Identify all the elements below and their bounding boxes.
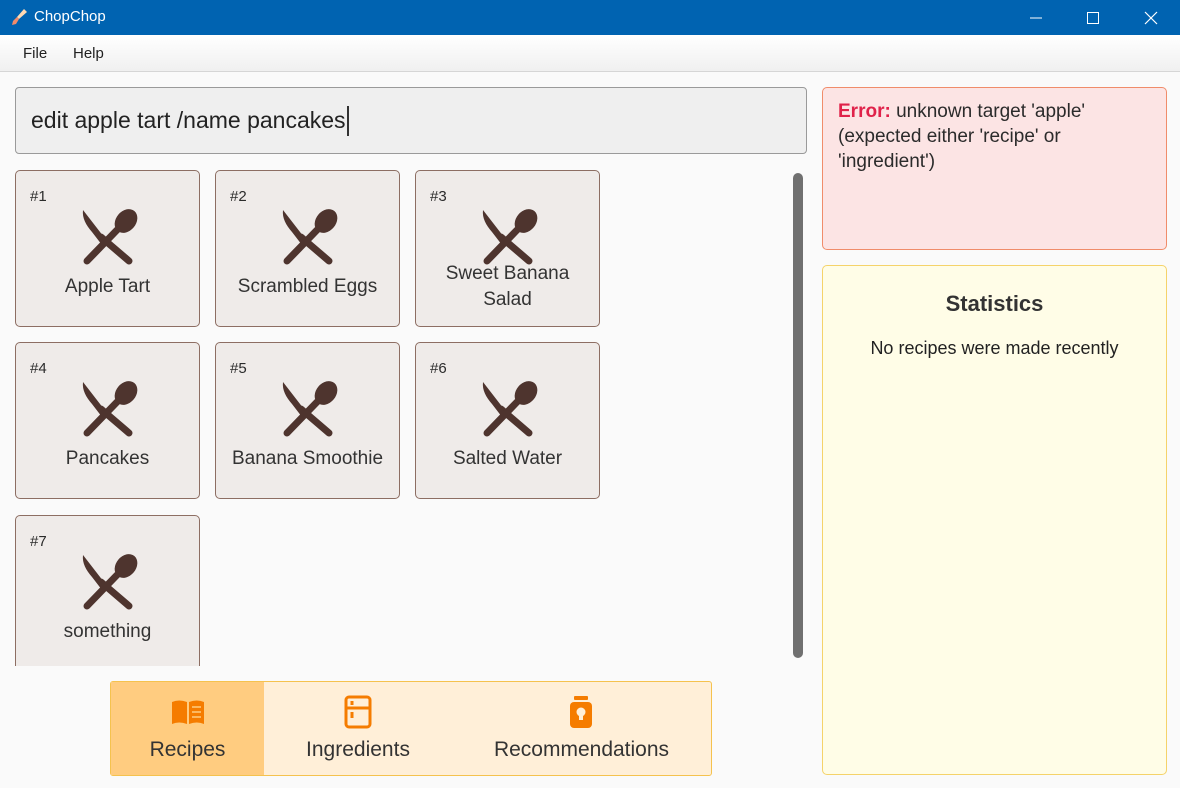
fridge-icon bbox=[344, 695, 372, 729]
statistics-title: Statistics bbox=[945, 291, 1044, 316]
window-title: ChopChop bbox=[34, 8, 106, 25]
recipe-card[interactable]: #1 Apple Tart bbox=[15, 170, 200, 327]
recipe-name: Banana Smoothie bbox=[231, 448, 384, 469]
tab-recipes-label: Recipes bbox=[149, 738, 226, 761]
recipe-index: #2 bbox=[230, 188, 247, 205]
recipe-name: Pancakes bbox=[65, 448, 150, 469]
recipe-index: #4 bbox=[30, 360, 47, 377]
text-caret bbox=[346, 106, 349, 136]
recipe-card[interactable]: #5 Banana Smoothie bbox=[215, 342, 400, 499]
recipe-name: Sweet Banana Salad bbox=[445, 263, 570, 310]
recipe-index: #7 bbox=[30, 533, 47, 550]
maximize-icon bbox=[1087, 11, 1099, 24]
error-panel: Error: unknown target 'apple' (expected … bbox=[822, 87, 1167, 250]
book-icon bbox=[172, 700, 204, 724]
menu-bar: File Help bbox=[0, 35, 1180, 72]
recipe-list[interactable]: #1 Apple Tart #2 Scrambled Eggs #3 Sweet Bana… bbox=[0, 160, 790, 666]
title-bar: ChopChop bbox=[0, 0, 1180, 35]
tab-ingredients[interactable]: Ingredients bbox=[264, 682, 452, 775]
error-label: Error: bbox=[838, 101, 891, 122]
recipe-name: Salted Water bbox=[452, 448, 563, 469]
recipe-index: #3 bbox=[430, 188, 447, 205]
view-tabs: Recipes Ingredients Recommendations bbox=[110, 681, 712, 776]
recipe-card[interactable]: #4 Pancakes bbox=[15, 342, 200, 499]
statistics-message: No recipes were made recently bbox=[870, 338, 1119, 358]
recipe-card[interactable]: #6 Salted Water bbox=[415, 342, 600, 499]
utensils-icon bbox=[82, 554, 138, 610]
utensils-icon bbox=[282, 381, 338, 437]
jar-icon bbox=[570, 696, 592, 728]
tab-ingredients-label: Ingredients bbox=[306, 738, 410, 761]
command-input[interactable] bbox=[16, 88, 806, 153]
minimize-button[interactable] bbox=[1013, 0, 1059, 35]
scrollbar[interactable] bbox=[793, 173, 803, 658]
menu-file[interactable]: File bbox=[23, 45, 47, 62]
recipe-index: #6 bbox=[430, 360, 447, 377]
statistics-panel: Statistics No recipes were made recently bbox=[822, 265, 1167, 775]
menu-help[interactable]: Help bbox=[73, 45, 104, 62]
minimize-icon bbox=[1030, 17, 1042, 18]
utensils-icon bbox=[282, 209, 338, 265]
close-button[interactable] bbox=[1128, 0, 1174, 35]
recipe-card[interactable]: #3 Sweet Banana Salad bbox=[415, 170, 600, 327]
recipe-name: Scrambled Eggs bbox=[237, 276, 378, 297]
recipe-card[interactable]: #2 Scrambled Eggs bbox=[215, 170, 400, 327]
tab-recommendations-label: Recommendations bbox=[493, 738, 670, 761]
utensils-icon bbox=[482, 209, 538, 265]
recipe-index: #1 bbox=[30, 188, 47, 205]
utensils-icon bbox=[482, 381, 538, 437]
recipe-index: #5 bbox=[230, 360, 247, 377]
recipe-card[interactable]: #7 something bbox=[15, 515, 200, 666]
recipe-name: something bbox=[63, 621, 152, 642]
utensils-icon bbox=[82, 381, 138, 437]
command-box bbox=[15, 87, 807, 154]
close-icon bbox=[1144, 11, 1158, 24]
maximize-button[interactable] bbox=[1070, 0, 1116, 35]
broom-icon bbox=[12, 9, 27, 25]
tab-recipes[interactable]: Recipes bbox=[111, 682, 264, 775]
tab-recommendations[interactable]: Recommendations bbox=[452, 682, 711, 775]
recipe-name: Apple Tart bbox=[64, 276, 151, 297]
utensils-icon bbox=[82, 209, 138, 265]
